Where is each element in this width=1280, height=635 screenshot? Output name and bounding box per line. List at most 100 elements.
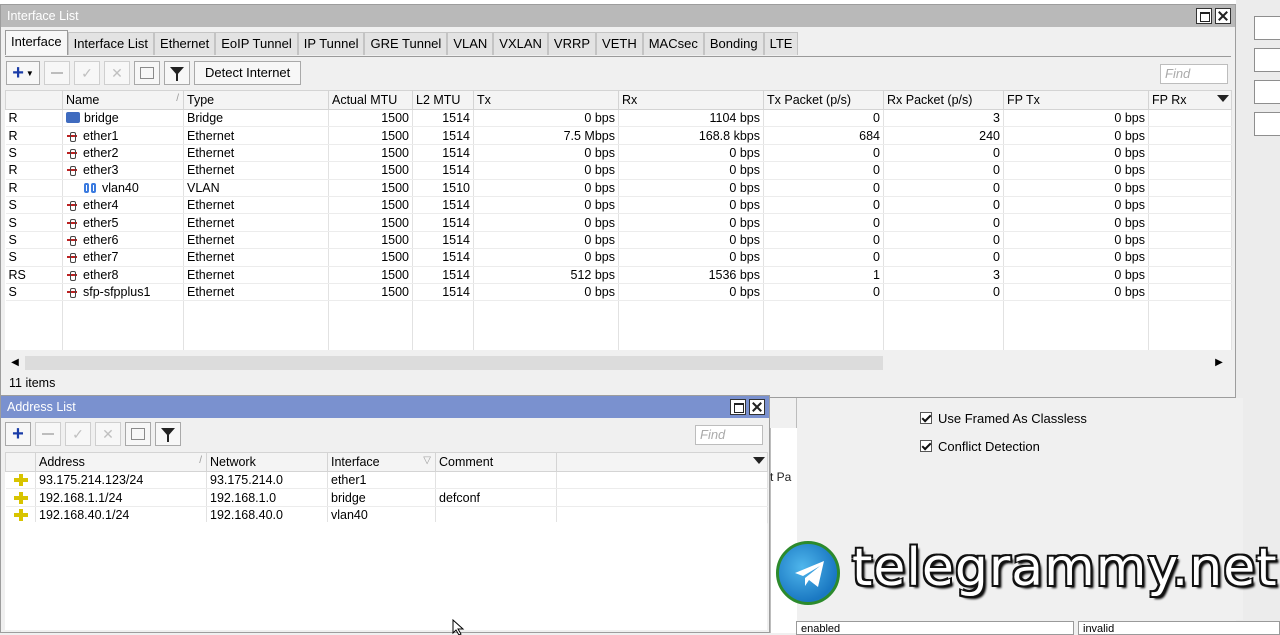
minus-icon bbox=[51, 72, 63, 74]
empty-cell bbox=[328, 300, 413, 318]
scrollbar-thumb[interactable] bbox=[25, 356, 883, 370]
column-header-interface[interactable]: Interface ▽ bbox=[327, 452, 436, 472]
interface-window-titlebar[interactable]: Interface List bbox=[1, 5, 1235, 27]
tab-eoip-tunnel[interactable]: EoIP Tunnel bbox=[215, 32, 298, 55]
tab-ip-tunnel[interactable]: IP Tunnel bbox=[297, 32, 365, 55]
column-header-rx[interactable]: Rx bbox=[618, 90, 764, 110]
column-menu-icon[interactable] bbox=[1217, 95, 1229, 102]
address-plus-icon bbox=[14, 508, 28, 521]
interface-list-window: Interface List Interface Interface List … bbox=[0, 4, 1236, 398]
column-header-extra[interactable] bbox=[556, 452, 768, 472]
table-row[interactable]: Rbridge Bridge 1500 1514 0 bps 1104 bps 0 3 0 bp… bbox=[5, 109, 1232, 128]
tab-bonding[interactable]: Bonding bbox=[703, 32, 764, 55]
disable-button[interactable]: ✕ bbox=[104, 61, 130, 85]
tab-veth[interactable]: VETH bbox=[596, 32, 643, 55]
table-row[interactable]: Rvlan40 VLAN 1500 1510 0 bps 0 bps 0 0 0 bps bbox=[5, 179, 1232, 197]
maximize-icon[interactable] bbox=[730, 399, 746, 415]
interface-name: bridge bbox=[84, 111, 119, 126]
empty-cell bbox=[883, 334, 1004, 351]
background-panel-button[interactable] bbox=[1254, 112, 1280, 136]
table-row[interactable]: Sether7 Ethernet 1500 1514 0 bps 0 bps 0 0 0 bps bbox=[5, 248, 1232, 267]
table-row[interactable]: Sether2 Ethernet 1500 1514 0 bps 0 bps 0 0 0 bps bbox=[5, 144, 1232, 163]
disable-button[interactable]: ✕ bbox=[95, 422, 121, 446]
column-header-name[interactable]: Name / bbox=[62, 90, 184, 110]
table-row[interactable]: Ssfp-sfpplus1 Ethernet 1500 1514 0 bps 0 bps 0… bbox=[5, 283, 1232, 302]
row-flag: S bbox=[5, 283, 63, 302]
checkbox-checked-icon[interactable] bbox=[920, 440, 932, 452]
scroll-left-icon[interactable]: ◀ bbox=[7, 355, 23, 371]
use-framed-as-classless-checkbox-row[interactable]: Use Framed As Classless bbox=[920, 409, 1087, 427]
row-rx: 0 bps bbox=[618, 196, 764, 215]
table-row[interactable]: 192.168.1.1/24 192.168.1.0 bridge defconf bbox=[5, 488, 768, 507]
row-fp-rx bbox=[1148, 179, 1232, 197]
tab-lte[interactable]: LTE bbox=[763, 32, 799, 55]
column-menu-icon[interactable] bbox=[753, 457, 765, 464]
empty-cell bbox=[618, 334, 764, 351]
column-header-fp-rx[interactable]: FP Rx bbox=[1148, 90, 1232, 110]
horizontal-scrollbar[interactable]: ◀ ▶ bbox=[5, 355, 1231, 371]
filter-icon bbox=[170, 67, 184, 81]
background-list-sliver bbox=[770, 428, 797, 633]
column-header-fp-tx[interactable]: FP Tx bbox=[1003, 90, 1149, 110]
tab-macsec[interactable]: MACsec bbox=[642, 32, 704, 55]
table-row[interactable]: Sether6 Ethernet 1500 1514 0 bps 0 bps 0 0 0 bps bbox=[5, 231, 1232, 250]
detect-internet-button[interactable]: Detect Internet bbox=[194, 61, 302, 85]
row-extra bbox=[556, 471, 768, 490]
column-header-actual-mtu[interactable]: Actual MTU bbox=[328, 90, 413, 110]
tab-vlan[interactable]: VLAN bbox=[447, 32, 494, 55]
close-icon[interactable] bbox=[749, 399, 765, 415]
interface-name: ether4 bbox=[83, 198, 119, 213]
column-header-network[interactable]: Network bbox=[206, 452, 328, 472]
remove-button[interactable] bbox=[35, 422, 61, 446]
scroll-right-icon[interactable]: ▶ bbox=[1211, 355, 1227, 371]
tab-ethernet[interactable]: Ethernet bbox=[154, 32, 216, 55]
address-window-titlebar[interactable]: Address List bbox=[1, 396, 769, 418]
column-header-type[interactable]: Type bbox=[183, 90, 329, 110]
filter-button[interactable] bbox=[164, 61, 190, 85]
tab-interface[interactable]: Interface bbox=[5, 30, 68, 55]
column-header-address[interactable]: Address / bbox=[35, 452, 207, 472]
tab-gre-tunnel[interactable]: GRE Tunnel bbox=[364, 32, 448, 55]
column-header-comment[interactable]: Comment bbox=[435, 452, 557, 472]
tab-vrrp[interactable]: VRRP bbox=[547, 32, 597, 55]
comment-button[interactable] bbox=[134, 61, 160, 85]
tab-vxlan[interactable]: VXLAN bbox=[493, 32, 548, 55]
maximize-icon[interactable] bbox=[1196, 8, 1212, 24]
table-row[interactable]: Rether3 Ethernet 1500 1514 0 bps 0 bps 0 0 0 bps bbox=[5, 161, 1232, 180]
enable-button[interactable]: ✓ bbox=[65, 422, 91, 446]
enable-button[interactable]: ✓ bbox=[74, 61, 100, 85]
background-panel-button[interactable] bbox=[1254, 80, 1280, 104]
column-header-l2-mtu[interactable]: L2 MTU bbox=[412, 90, 474, 110]
find-input[interactable]: Find bbox=[1160, 64, 1228, 84]
table-row[interactable]: 93.175.214.123/24 93.175.214.0 ether1 bbox=[5, 471, 768, 490]
comment-button[interactable] bbox=[125, 422, 151, 446]
close-icon[interactable] bbox=[1215, 8, 1231, 24]
column-header-tx-packet[interactable]: Tx Packet (p/s) bbox=[763, 90, 884, 110]
background-panel-button[interactable] bbox=[1254, 16, 1280, 40]
table-row[interactable]: Sether5 Ethernet 1500 1514 0 bps 0 bps 0 0 0 bps bbox=[5, 213, 1232, 232]
add-button[interactable]: + ▼ bbox=[6, 61, 40, 85]
row-tx-packet: 684 bbox=[763, 126, 884, 145]
table-row[interactable]: Sether4 Ethernet 1500 1514 0 bps 0 bps 0 0 0 bps bbox=[5, 196, 1232, 215]
add-button[interactable]: + bbox=[5, 422, 31, 446]
interface-name: ether7 bbox=[83, 250, 119, 265]
column-header-rx-packet[interactable]: Rx Packet (p/s) bbox=[883, 90, 1004, 110]
conflict-detection-checkbox-row[interactable]: Conflict Detection bbox=[920, 437, 1040, 455]
column-header-flags[interactable] bbox=[5, 90, 63, 110]
remove-button[interactable] bbox=[44, 61, 70, 85]
column-header-flags[interactable] bbox=[5, 452, 36, 472]
row-tx: 0 bps bbox=[473, 109, 619, 128]
row-actual-mtu: 1500 bbox=[328, 248, 413, 267]
empty-cell bbox=[62, 317, 184, 335]
background-panel-button[interactable] bbox=[1254, 48, 1280, 72]
checkbox-checked-icon[interactable] bbox=[920, 412, 932, 424]
table-row[interactable]: RS ether8 Ethernet 1500 1514 512 bps 1536 bps 1… bbox=[5, 266, 1232, 284]
filter-button[interactable] bbox=[155, 422, 181, 446]
find-input[interactable]: Find bbox=[695, 425, 763, 445]
tab-interface-list[interactable]: Interface List bbox=[67, 32, 155, 55]
interface-name: sfp-sfpplus1 bbox=[83, 285, 151, 300]
row-rx: 1536 bps bbox=[618, 266, 764, 284]
table-row[interactable]: Rether1 Ethernet 1500 1514 7.5 Mbps 168.8 kbp… bbox=[5, 126, 1232, 145]
column-header-tx[interactable]: Tx bbox=[473, 90, 619, 110]
row-tx: 0 bps bbox=[473, 179, 619, 197]
